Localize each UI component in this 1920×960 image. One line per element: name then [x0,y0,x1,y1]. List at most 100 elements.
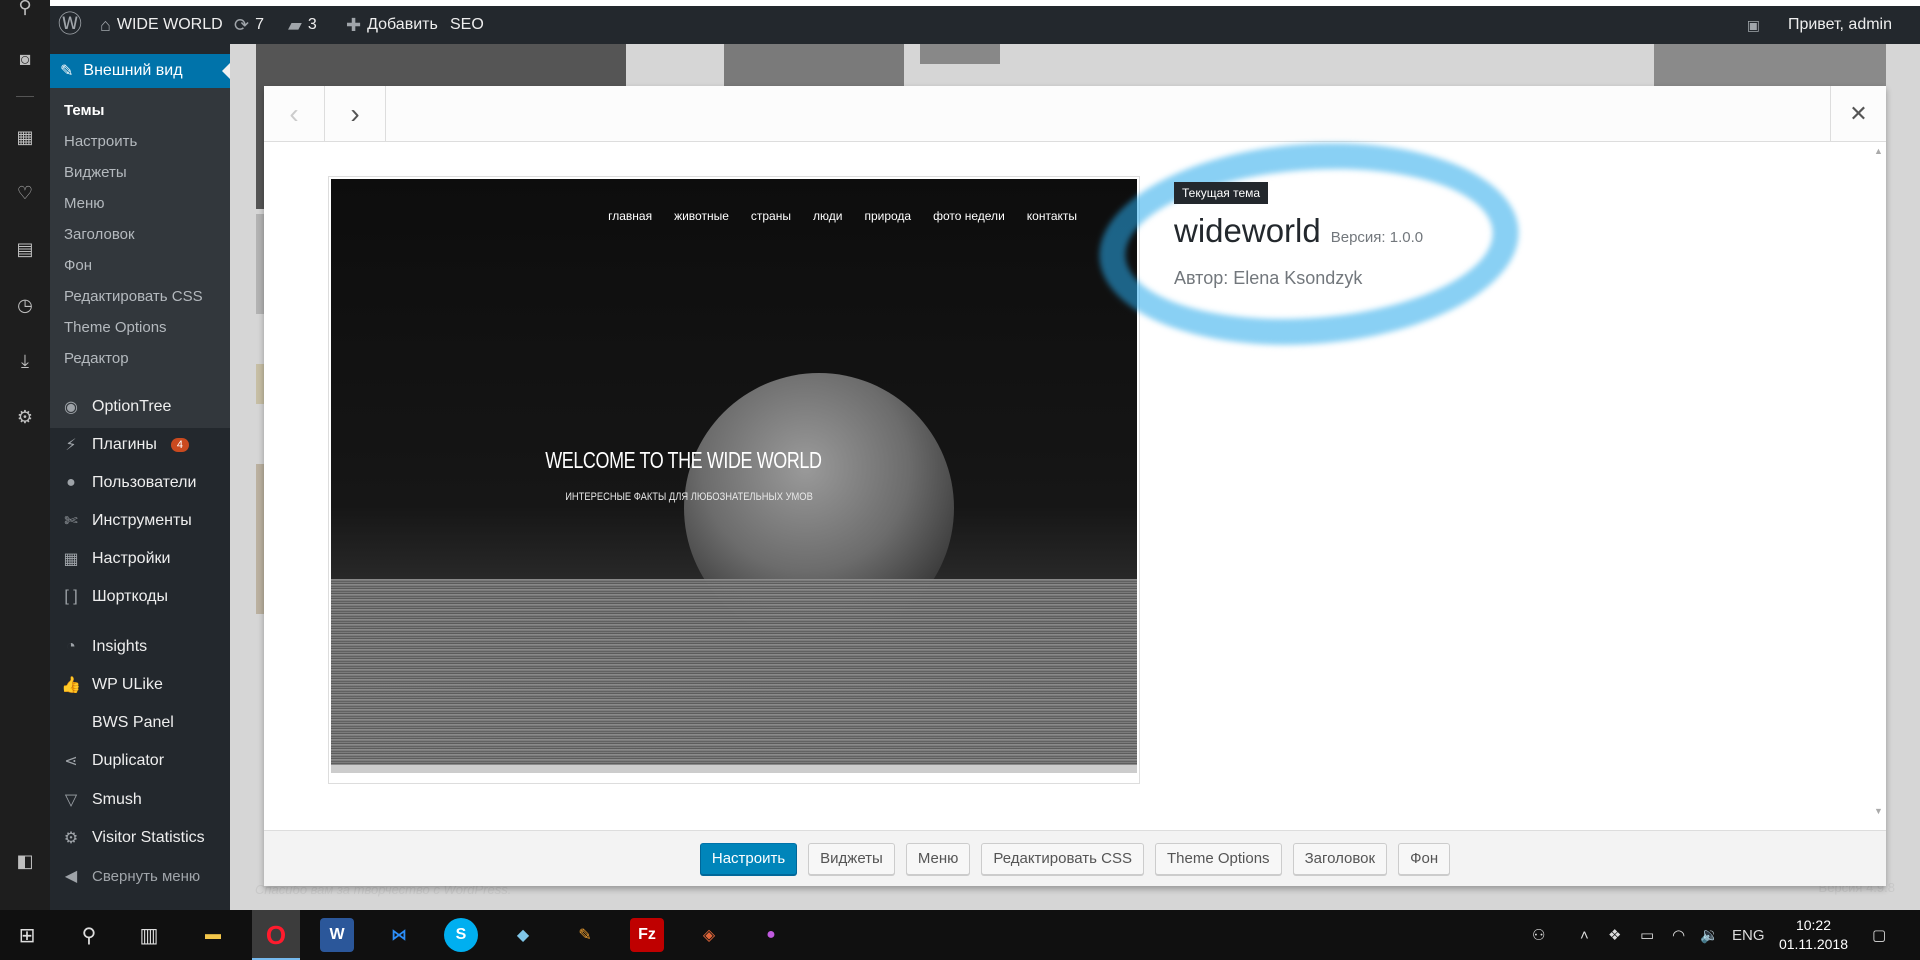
widgets-button[interactable]: Виджеты [808,842,895,875]
modal-scrollbar[interactable]: ▲ ▼ [1874,146,1883,816]
clock[interactable]: 10:22 01.11.2018 [1779,916,1848,954]
scroll-down-icon[interactable]: ▼ [1874,806,1883,816]
collapse-icon: ◀ [64,868,78,885]
people-icon[interactable]: ⚇ [1532,910,1545,960]
menu-duplicator[interactable]: ⋖ Duplicator [50,744,230,778]
submenu-header[interactable]: Заголовок [64,226,135,243]
submenu-background[interactable]: Фон [64,257,92,274]
comment-icon: ▰ [288,15,302,35]
comments-link[interactable]: ▰ 3 [288,6,317,44]
theme-screenshot-image: главная животные страны люди природа фот… [331,179,1137,773]
updates-count: 7 [255,16,264,33]
divider [16,96,34,97]
customize-button[interactable]: Настроить [699,842,798,875]
menu-label: Шорткоды [92,588,168,605]
submenu-editor[interactable]: Редактор [64,350,129,367]
menu-wp-ulike[interactable]: 👍 WP ULike [50,668,230,702]
users-icon: ● [66,474,76,491]
updates-link[interactable]: ⟳ 7 [234,6,264,44]
settings-icon[interactable]: ⚙ [12,404,38,430]
action-center-icon[interactable]: ▢ [1872,910,1886,960]
menu-bws-panel[interactable]: BWS Panel [50,706,230,740]
language-indicator[interactable]: ENG [1732,910,1765,960]
wordpress-logo-icon[interactable]: Ⓦ [58,6,82,44]
windows-start-icon[interactable]: ⊞ [10,918,44,952]
tools-icon: ✄ [64,513,78,530]
account-menu[interactable]: Привет, admin [1788,6,1892,44]
plugins-update-badge: 4 [170,438,189,452]
submenu-themes[interactable]: Темы [64,102,104,119]
menu-optiontree[interactable]: ◉ OptionTree [50,390,230,424]
chevron-up-icon[interactable]: ˄ [1580,910,1589,960]
menu-label: OptionTree [92,398,172,415]
collapse-label: Свернуть меню [92,867,201,885]
menu-plugins[interactable]: ⚡ Плагины 4 [50,428,230,462]
download-icon[interactable]: ⤓ [12,348,38,374]
menu-label: Пользователи [92,474,197,491]
theme-version: Версия: 1.0.0 [1330,229,1424,246]
wifi-icon[interactable]: ◠ [1672,910,1685,960]
volume-icon[interactable]: 🔉 [1700,910,1719,960]
task-view-icon[interactable]: ▥ [132,918,166,952]
close-icon: ✕ [1849,101,1868,126]
edit-css-button[interactable]: Редактировать CSS [981,842,1145,875]
speed-dial-icon[interactable]: ▦ [12,124,38,150]
sidebar-toggle-icon[interactable]: ◧ [12,848,38,874]
filezilla-icon[interactable]: Fz [630,918,664,952]
history-icon[interactable]: ◷ [12,292,38,318]
menu-tools[interactable]: ✄ Инструменты [50,504,230,538]
dropbox-icon[interactable]: ❖ [1608,910,1621,960]
search-icon[interactable]: ⚲ [12,0,38,20]
theme-thumbnail [1654,44,1886,88]
background-button[interactable]: Фон [1398,842,1451,875]
paint-app-icon[interactable]: ● [754,918,788,952]
menus-button[interactable]: Меню [905,842,971,875]
scroll-up-icon[interactable]: ▲ [1874,146,1883,156]
menu-insights[interactable]: ◔ Insights [50,630,230,664]
skype-icon[interactable]: S [444,918,478,952]
submenu-edit-css[interactable]: Редактировать CSS [64,288,203,305]
vscode-icon[interactable]: ⋈ [382,918,416,952]
heart-icon[interactable]: ♡ [12,180,38,206]
file-explorer-icon[interactable]: ▬ [196,918,230,952]
chevron-left-icon: ‹ [289,98,299,129]
theme-options-button[interactable]: Theme Options [1155,842,1282,875]
submenu-widgets[interactable]: Виджеты [64,164,127,181]
collapse-menu-button[interactable]: ◀ Свернуть меню [50,859,230,893]
menu-shortcodes[interactable]: [ ] Шорткоды [50,580,230,614]
menu-visitor-statistics[interactable]: ⚙ Visitor Statistics [50,821,230,855]
tool-app-icon[interactable]: ✎ [568,918,602,952]
share-icon: ⋖ [64,753,78,770]
search-icon[interactable]: ⚲ [72,918,106,952]
close-modal-button[interactable]: ✕ [1830,86,1886,142]
opera-icon[interactable]: O [259,918,293,952]
menu-appearance[interactable]: ✎ Внешний вид [50,54,230,88]
submenu-menus[interactable]: Меню [64,195,105,212]
current-theme-badge: Текущая тема [1174,182,1269,204]
clock-date: 01.11.2018 [1778,936,1848,952]
menu-settings[interactable]: ▦ Настройки [50,542,230,576]
news-icon[interactable]: ▤ [12,236,38,262]
menu-label: Insights [92,638,148,655]
site-name-link[interactable]: ⌂ WIDE WORLD [100,6,223,44]
theme-thumbnail [724,44,904,88]
add-new-link[interactable]: ✚ Добавить [346,6,438,44]
next-theme-button[interactable]: › [325,86,386,142]
preview-nav-item: животные [674,209,729,223]
menu-label: Настройки [92,550,171,567]
sourcetree-icon[interactable]: ◈ [692,918,726,952]
previous-theme-button[interactable]: ‹ [264,86,325,142]
menu-smush[interactable]: ▽ Smush [50,783,230,817]
word-icon[interactable]: W [320,918,354,952]
submenu-customize[interactable]: Настроить [64,133,137,150]
seo-link[interactable]: SEO [450,6,484,44]
preview-nav-item: природа [864,209,912,223]
brush-icon: ✎ [60,63,74,80]
menu-users[interactable]: ● Пользователи [50,466,230,500]
submenu-theme-options[interactable]: Theme Options [64,319,167,336]
battery-icon[interactable]: ▭ [1640,910,1654,960]
notes-app-icon[interactable]: ◆ [506,918,540,952]
header-button[interactable]: Заголовок [1292,842,1388,875]
camera-icon[interactable]: ◙ [12,46,38,72]
notification-icon[interactable]: ▣ [1747,6,1760,44]
